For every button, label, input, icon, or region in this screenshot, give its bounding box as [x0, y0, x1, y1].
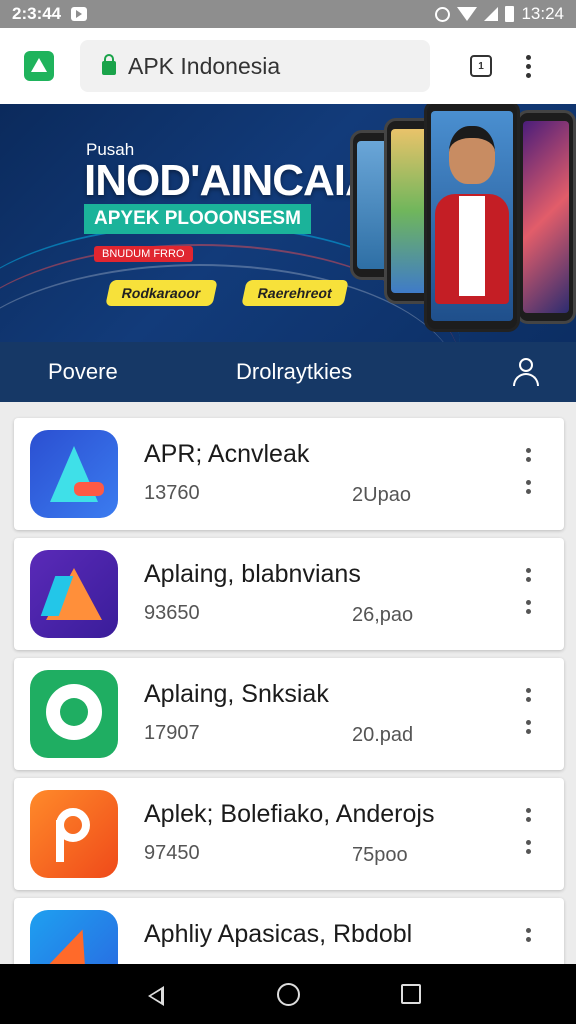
- app-name: Aplaing, Snksiak: [144, 680, 329, 708]
- more-icon[interactable]: [526, 808, 531, 822]
- app-name: Aplek; Bolefiako, Anderojs: [144, 800, 435, 828]
- app-code: 93650: [144, 602, 200, 624]
- app-name: Aplaing, blabnvians: [144, 560, 361, 588]
- list-item[interactable]: Aplaing, blabnvians 93650 26,pao: [14, 538, 564, 650]
- battery-icon: [505, 6, 515, 22]
- app-size: 2Upao: [352, 484, 411, 506]
- home-icon[interactable]: [277, 983, 300, 1006]
- app-logo-icon[interactable]: [24, 51, 54, 81]
- paper-plane-icon: [30, 910, 118, 964]
- list-item[interactable]: Aphliy Apasicas, Rbdobl 92000: [14, 898, 564, 964]
- browser-toolbar: APK Indonesia 1: [0, 28, 576, 104]
- alarm-icon: [435, 6, 451, 22]
- tabs-count: 1: [478, 60, 484, 72]
- phone-image: [516, 110, 576, 324]
- more-icon[interactable]: [526, 928, 531, 942]
- list-item[interactable]: Aplaing, Snksiak 17907 20.pad: [14, 658, 564, 770]
- more-icon[interactable]: [526, 568, 531, 582]
- status-bar: 2:3:44 13:24: [0, 0, 576, 28]
- app-code: 97450: [144, 842, 200, 864]
- hero-ribbon: APYEK PLOOONSESM: [84, 204, 311, 234]
- nav-item-center[interactable]: Drolraytkies: [236, 359, 352, 385]
- status-time-right: 13:24: [521, 4, 564, 23]
- hero-banner[interactable]: Pusah INOD'AINCAIA APYEK PLOOONSESM BNUD…: [0, 104, 576, 342]
- app-size: 26,pao: [352, 604, 414, 626]
- address-bar[interactable]: APK Indonesia: [80, 40, 430, 92]
- arrow-a-icon: [30, 430, 118, 518]
- media-notification-icon: [71, 7, 88, 21]
- system-nav-bar: [0, 964, 576, 1024]
- person-image: [435, 124, 509, 314]
- app-code: 13760: [144, 482, 200, 504]
- url-text: APK Indonesia: [128, 52, 281, 79]
- overflow-menu-icon[interactable]: [526, 54, 531, 78]
- site-nav: Povere Drolraytkies: [0, 342, 576, 402]
- tabs-button[interactable]: 1: [470, 55, 492, 77]
- hero-title: INOD'AINCAIA: [84, 156, 377, 205]
- app-name: APR; Acnvleak: [144, 440, 310, 468]
- hero-pill[interactable]: Rodkaraoor: [105, 280, 218, 306]
- app-size: 20.pad: [352, 724, 414, 746]
- status-icons: 13:24: [435, 4, 564, 24]
- wifi-icon: [457, 7, 478, 21]
- more-icon[interactable]: [526, 480, 531, 494]
- nav-item-left[interactable]: Povere: [48, 359, 118, 385]
- list-item[interactable]: Aplek; Bolefiako, Anderojs 97450 75poo: [14, 778, 564, 890]
- more-icon[interactable]: [526, 720, 531, 734]
- hero-tag: BNUDUM FRRO: [94, 246, 193, 262]
- list-item[interactable]: APR; Acnvleak 13760 2Upao: [14, 418, 564, 530]
- more-icon[interactable]: [526, 600, 531, 614]
- more-icon[interactable]: [526, 840, 531, 854]
- more-icon[interactable]: [526, 448, 531, 462]
- chat-bubble-icon: [30, 670, 118, 758]
- app-code: 17907: [144, 722, 200, 744]
- status-time-left: 2:3:44: [12, 4, 62, 23]
- app-name: Aphliy Apasicas, Rbdobl: [144, 920, 413, 948]
- p-letter-icon: [30, 790, 118, 878]
- colorful-a-icon: [30, 550, 118, 638]
- recents-icon[interactable]: [401, 984, 421, 1004]
- lock-icon: [102, 54, 116, 75]
- user-icon[interactable]: [512, 358, 540, 386]
- more-icon[interactable]: [526, 688, 531, 702]
- signal-icon: [484, 7, 499, 21]
- app-size: 75poo: [352, 844, 408, 866]
- hero-pill[interactable]: Raerehreot: [241, 280, 349, 306]
- app-list: APR; Acnvleak 13760 2Upao Aplaing, blabn…: [0, 402, 576, 964]
- back-icon[interactable]: [148, 986, 164, 1006]
